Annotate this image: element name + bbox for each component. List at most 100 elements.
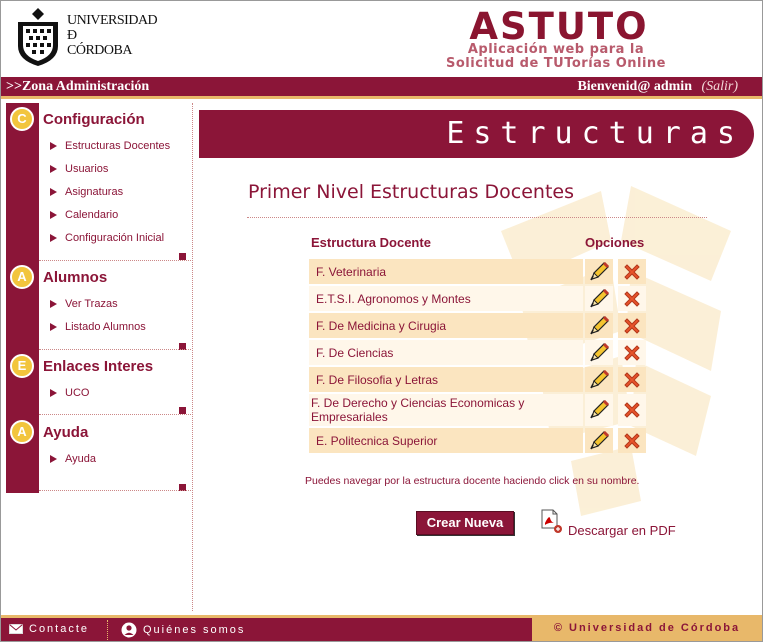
logo-line: UNIVERSIDAD	[67, 13, 158, 28]
section-title: Configuración	[43, 111, 145, 128]
sidebar-item-label: Asignaturas	[65, 186, 124, 198]
arrow-right-icon	[50, 234, 57, 242]
contact-link[interactable]: Contacte	[9, 623, 89, 635]
delete-cross-icon[interactable]	[618, 313, 646, 338]
structure-name: F. Veterinaria	[316, 264, 387, 279]
arrow-right-icon	[50, 323, 57, 331]
edit-pencil-icon[interactable]	[585, 428, 613, 453]
sidebar-item-label: Ayuda	[65, 453, 96, 465]
university-logo-text: UNIVERSIDAD Ð CÓRDOBA	[67, 13, 158, 58]
logout-link[interactable]: (Salir)	[701, 79, 738, 95]
table-row[interactable]: F. De Medicina y Cirugia	[309, 313, 583, 338]
sidebar-section-alumnos: A Alumnos Ver Trazas Listado Alumnos	[6, 261, 191, 350]
delete-cross-icon[interactable]	[618, 340, 646, 365]
navigation-hint: Puedes navegar por la estructura docente…	[305, 475, 640, 487]
edit-pencil-icon[interactable]	[585, 340, 613, 365]
sidebar-section-enlaces: E Enlaces Interes UCO	[6, 350, 191, 415]
app-subtitle-line: Solicitud de TUTorías Online	[445, 56, 666, 71]
sidebar-item-label: Calendario	[65, 209, 119, 221]
section-badge-icon: E	[10, 354, 34, 378]
about-link[interactable]: Quiénes somos	[121, 622, 245, 638]
copyright: © Universidad de Córdoba	[532, 615, 762, 641]
university-shield-icon	[18, 8, 58, 66]
edit-pencil-icon[interactable]	[585, 367, 613, 392]
sidebar-item-label: UCO	[65, 387, 90, 399]
section-badge-icon: A	[10, 265, 34, 289]
footer: Contacte Quiénes somos © Universidad de …	[1, 615, 762, 641]
mail-icon	[9, 624, 23, 634]
section-badge-icon: C	[10, 107, 34, 131]
column-header-structure: Estructura Docente	[311, 235, 431, 250]
section-marker	[179, 407, 186, 414]
edit-pencil-icon[interactable]	[585, 394, 613, 426]
structure-name: F. De Derecho y Ciencias Economicas y Em…	[311, 396, 525, 424]
table-row[interactable]: F. De Derecho y Ciencias Economicas y Em…	[309, 394, 583, 426]
section-banner: Estructuras	[199, 110, 754, 158]
welcome-label: Bienvenid@ admin	[577, 79, 692, 94]
sidebar-item-label: Configuración Inicial	[65, 232, 165, 244]
arrow-right-icon	[50, 455, 57, 463]
table-row[interactable]: F. De Filosofia y Letras	[309, 367, 583, 392]
contact-label: Contacte	[29, 623, 90, 635]
zone-label: >>Zona Administración	[6, 79, 150, 94]
sidebar-item-configuracion-inicial[interactable]: Configuración Inicial	[50, 232, 164, 244]
sidebar-item-asignaturas[interactable]: Asignaturas	[50, 186, 123, 198]
app-subtitle: Aplicación web para la Solicitud de TUTo…	[401, 43, 711, 71]
arrow-right-icon	[50, 389, 57, 397]
app-subtitle-line: Aplicación web para la	[467, 42, 645, 57]
delete-cross-icon[interactable]	[618, 428, 646, 453]
edit-pencil-icon[interactable]	[585, 259, 613, 284]
sidebar-item-estructuras-docentes[interactable]: Estructuras Docentes	[50, 140, 170, 152]
header: UNIVERSIDAD Ð CÓRDOBA ASTUTO Aplicación …	[1, 1, 762, 77]
table-row[interactable]: E. Politecnica Superior	[309, 428, 583, 453]
sidebar-section-ayuda: A Ayuda Ayuda	[6, 416, 191, 493]
delete-cross-icon[interactable]	[618, 367, 646, 392]
sidebar-item-label: Usuarios	[65, 163, 109, 175]
page-title: Primer Nivel Estructuras Docentes	[248, 181, 575, 203]
edit-pencil-icon[interactable]	[585, 313, 613, 338]
structure-name: F. De Ciencias	[316, 345, 394, 360]
app-window: UNIVERSIDAD Ð CÓRDOBA ASTUTO Aplicación …	[0, 0, 763, 642]
structure-name: E. Politecnica Superior	[316, 433, 438, 448]
sidebar-item-calendario[interactable]: Calendario	[50, 209, 118, 221]
sidebar-item-label: Estructuras Docentes	[65, 140, 171, 152]
footer-separator	[107, 620, 108, 640]
section-title: Enlaces Interes	[43, 358, 154, 375]
delete-cross-icon[interactable]	[618, 259, 646, 284]
arrow-right-icon	[50, 165, 57, 173]
sidebar-item-label: Ver Trazas	[65, 298, 118, 310]
arrow-right-icon	[50, 300, 57, 308]
sidebar-separator	[192, 103, 193, 611]
sidebar-item-ver-trazas[interactable]: Ver Trazas	[50, 298, 118, 310]
arrow-right-icon	[50, 188, 57, 196]
logo-line: CÓRDOBA	[67, 43, 132, 58]
column-header-options: Opciones	[585, 235, 645, 250]
create-new-button[interactable]: Crear Nueva	[416, 511, 514, 535]
structure-name: F. De Filosofia y Letras	[316, 372, 439, 387]
pdf-icon[interactable]	[540, 509, 566, 535]
section-divider	[39, 490, 191, 491]
download-pdf-link[interactable]: Descargar en PDF	[568, 523, 676, 538]
sidebar-item-ayuda[interactable]: Ayuda	[50, 453, 96, 465]
sidebar-item-label: Listado Alumnos	[65, 321, 146, 333]
logo-line: Ð	[67, 28, 77, 43]
sidebar-item-uco[interactable]: UCO	[50, 387, 89, 399]
delete-cross-icon[interactable]	[618, 286, 646, 311]
delete-cross-icon[interactable]	[618, 394, 646, 426]
section-marker	[179, 253, 186, 260]
edit-pencil-icon[interactable]	[585, 286, 613, 311]
sidebar-item-listado-alumnos[interactable]: Listado Alumnos	[50, 321, 146, 333]
table-row[interactable]: F. Veterinaria	[309, 259, 583, 284]
top-bar: >>Zona Administración Bienvenid@ admin (…	[1, 77, 762, 99]
section-title: Ayuda	[43, 424, 89, 441]
section-divider	[39, 414, 191, 415]
structure-name: F. De Medicina y Cirugia	[316, 318, 447, 333]
section-badge-icon: A	[10, 420, 34, 444]
section-title: Alumnos	[43, 269, 108, 286]
about-label: Quiénes somos	[143, 624, 246, 636]
table-row[interactable]: F. De Ciencias	[309, 340, 583, 365]
person-icon	[121, 622, 137, 638]
arrow-right-icon	[50, 211, 57, 219]
table-row[interactable]: E.T.S.I. Agronomos y Montes	[309, 286, 583, 311]
sidebar-item-usuarios[interactable]: Usuarios	[50, 163, 108, 175]
